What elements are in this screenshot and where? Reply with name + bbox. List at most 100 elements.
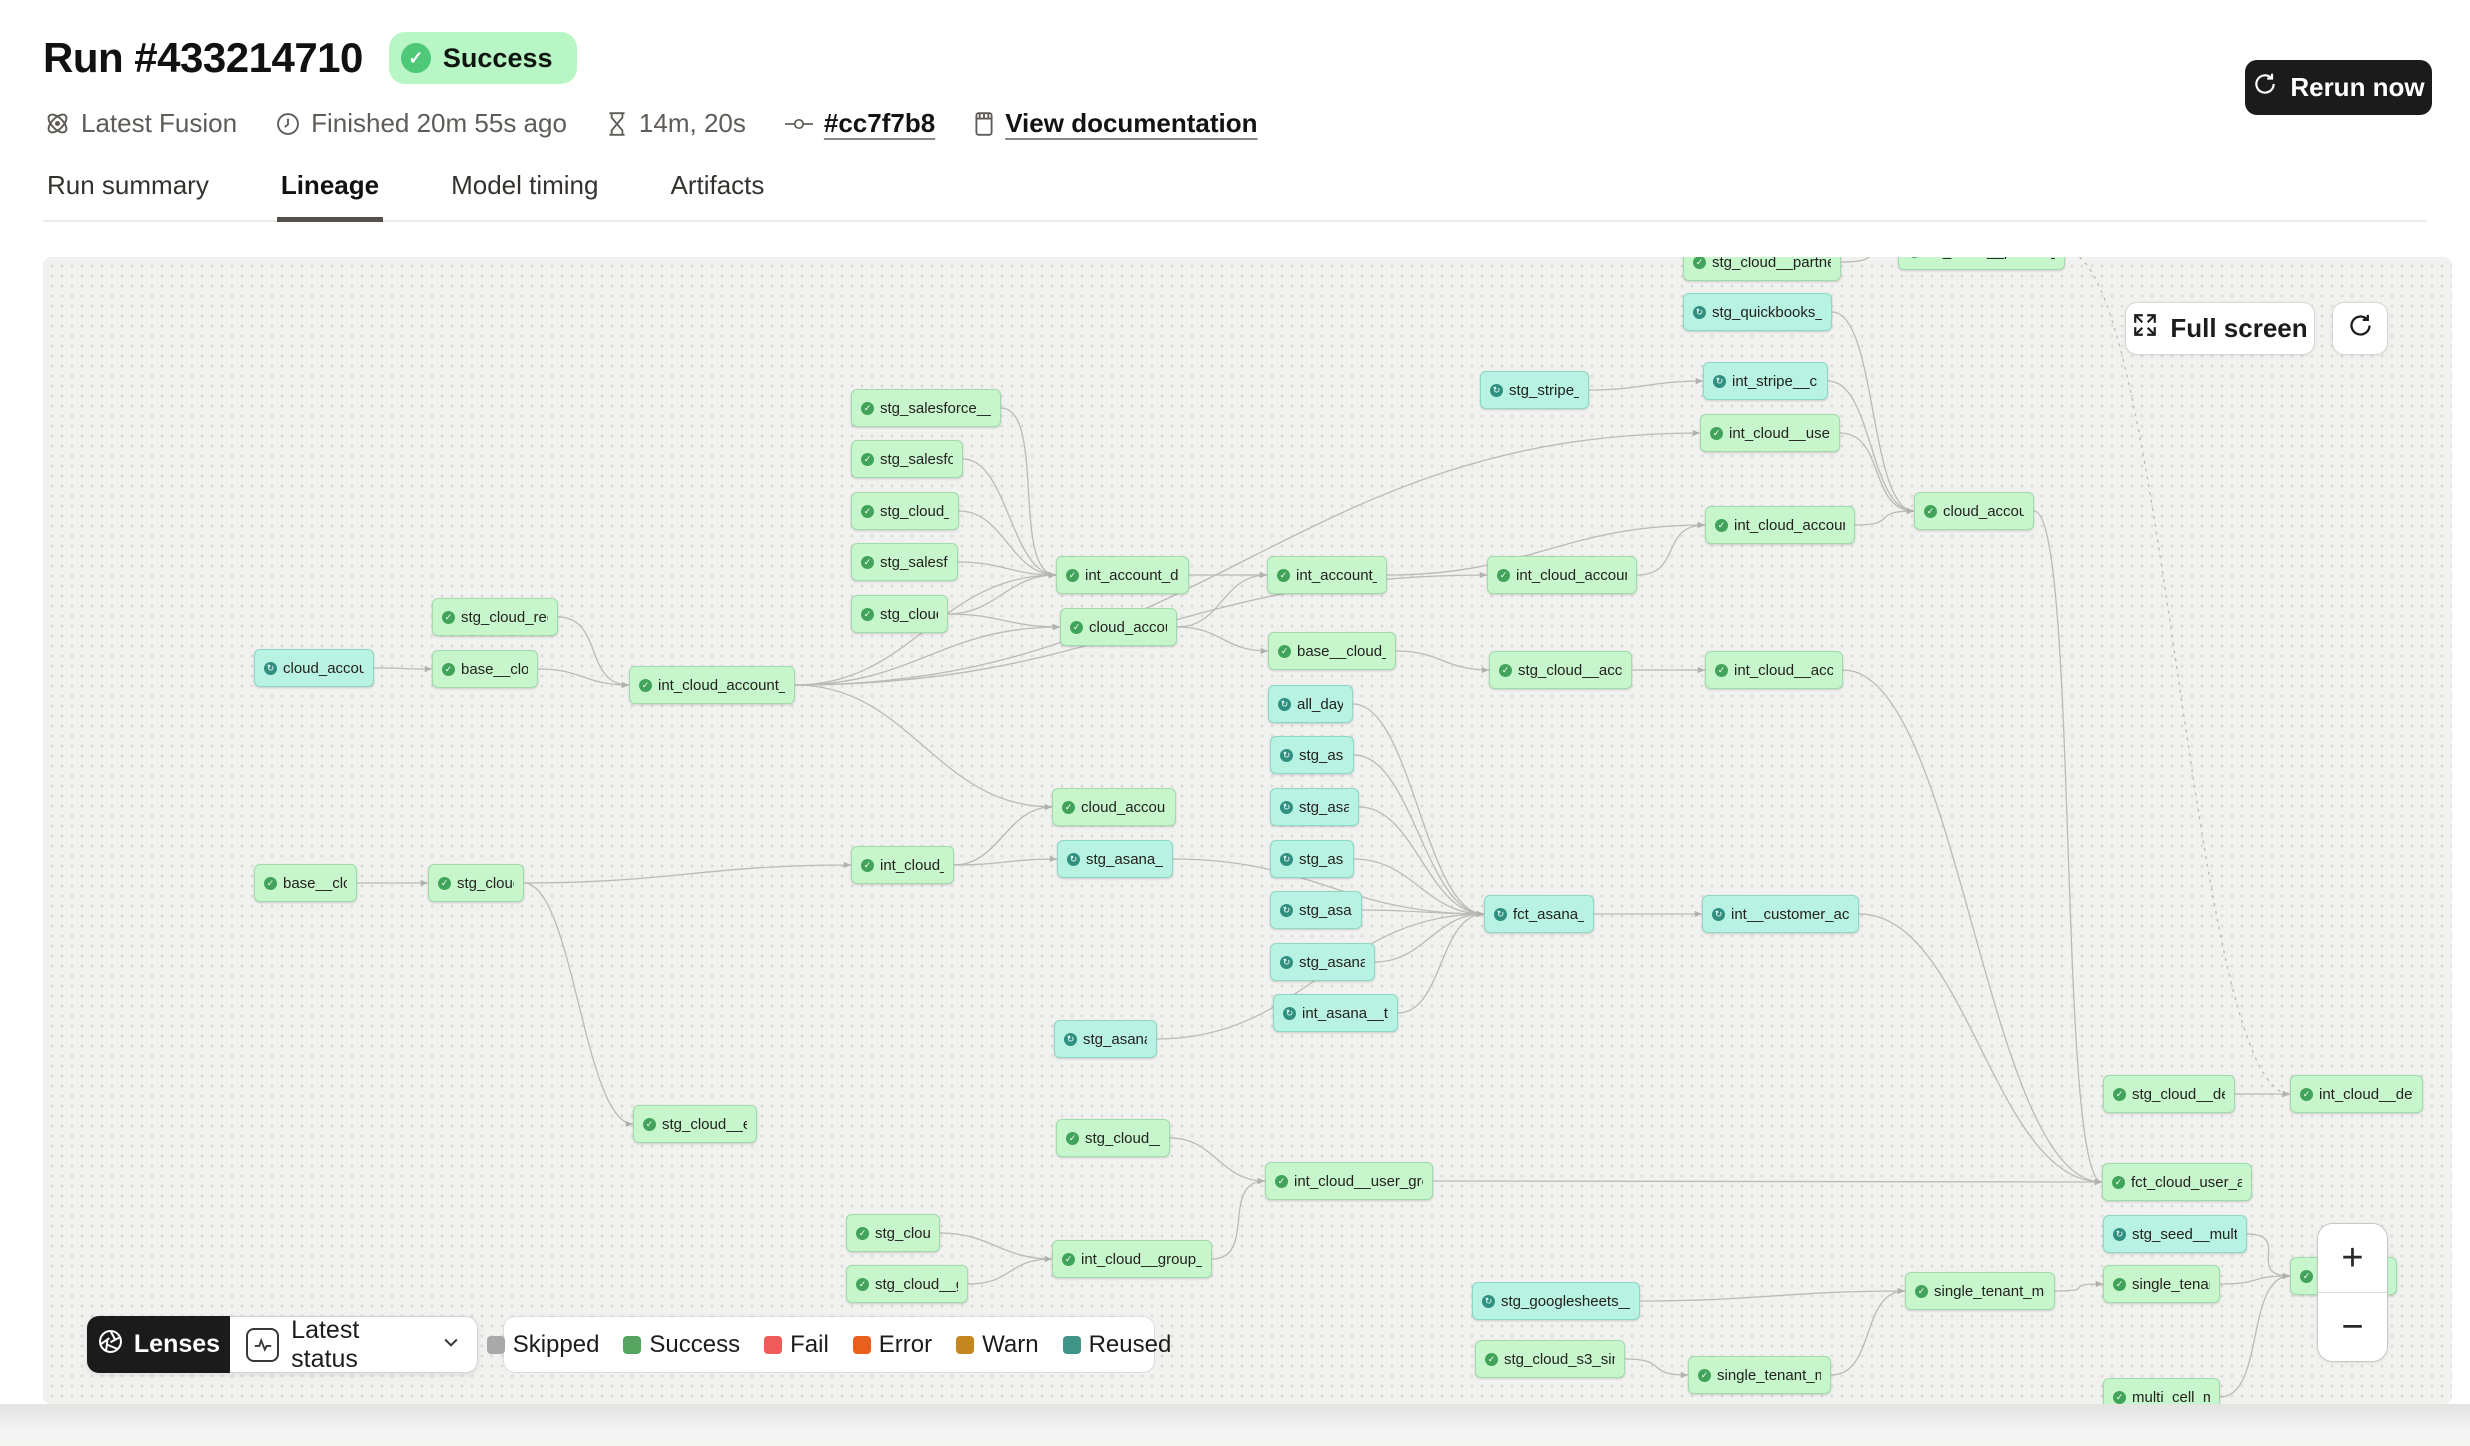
node-base_cloud[interactable]: ✓base__cloud_… xyxy=(432,650,538,688)
node-success-icon: ✓ xyxy=(264,877,277,890)
node-label: stg_googlesheets__sin… xyxy=(1501,1293,1630,1310)
lens-selector[interactable]: Latest status xyxy=(230,1316,478,1373)
node-asana1[interactable]: ↻stg_asana… xyxy=(1270,736,1354,774)
node-reused-icon: ↻ xyxy=(1482,1295,1495,1308)
node-asana3[interactable]: ↻ stg_asana… xyxy=(1270,840,1354,878)
lineage-canvas[interactable]: ↻cloud_account…✓stg_cloud_region…✓base__… xyxy=(43,257,2452,1404)
node-stg_cloud_l[interactable]: ✓stg_cloud__… xyxy=(428,864,524,902)
rerun-refresh-icon xyxy=(2252,71,2278,104)
node-devel_int[interactable]: ✓int_cloud__devel… xyxy=(2290,1075,2423,1113)
node-ca_left[interactable]: ↻cloud_account… xyxy=(254,649,374,687)
node-acct_ma_r[interactable]: ✓int_cloud_account_ma… xyxy=(1705,506,1855,544)
canvas-refresh-button[interactable] xyxy=(2332,302,2388,355)
node-cloud_us1[interactable]: ✓stg_cloud__us… xyxy=(851,492,959,530)
node-label: multi_cell_m… xyxy=(2132,1389,2210,1405)
node-asana_low[interactable]: ↻stg_asana__… xyxy=(1054,1020,1157,1058)
node-cloud_accts[interactable]: ✓cloud_accounts_… xyxy=(1060,608,1177,646)
node-user_group[interactable]: ✓int_cloud__user_group… xyxy=(1265,1162,1433,1200)
node-reused-icon: ↻ xyxy=(1280,904,1293,917)
node-acct_ma_l[interactable]: ✓int_cloud_account_ma… xyxy=(1487,556,1637,594)
node-label: stg_asana__pr… xyxy=(1299,954,1365,971)
legend-swatch xyxy=(623,1336,641,1354)
node-st_map[interactable]: ✓single_tenant_map… xyxy=(1688,1356,1831,1394)
node-cloud_l2[interactable]: ✓stg_cloud__… xyxy=(851,595,948,633)
tab-model-timing[interactable]: Model timing xyxy=(447,160,602,222)
node-asana_tas[interactable]: ↻stg_asana__tas… xyxy=(1057,840,1173,878)
node-success-icon: ✓ xyxy=(1062,1253,1075,1266)
zoom-in-button[interactable]: + xyxy=(2318,1224,2387,1292)
node-success-icon: ✓ xyxy=(1924,505,1937,518)
rerun-now-button[interactable]: Rerun now xyxy=(2245,60,2432,115)
node-label: single_tenant_… xyxy=(2132,1276,2210,1293)
node-base_clou[interactable]: ✓base__clou… xyxy=(254,864,357,902)
node-asana_task[interactable]: ↻int_asana__task_s… xyxy=(1273,994,1398,1032)
node-label: int_cloud_account__m… xyxy=(658,677,785,694)
node-cloud_us_b[interactable]: ✓stg_cloud__us… xyxy=(1056,1119,1170,1157)
node-multi_cell[interactable]: ✓multi_cell_m… xyxy=(2103,1378,2220,1404)
fullscreen-button[interactable]: Full screen xyxy=(2125,302,2315,355)
tab-lineage[interactable]: Lineage xyxy=(277,160,383,222)
view-documentation-link[interactable]: View documentation xyxy=(1005,108,1257,139)
node-acct_domain[interactable]: ✓int_account_domain… xyxy=(1056,556,1189,594)
node-reused-icon: ↻ xyxy=(1280,853,1293,866)
node-fct_asana[interactable]: ↻fct_asana_proj… xyxy=(1484,895,1594,933)
node-sf_2[interactable]: ✓stg_salesforce… xyxy=(851,543,958,581)
node-label: base__cloud_… xyxy=(461,661,528,678)
node-int_customer[interactable]: ↻int__customer_account… xyxy=(1702,895,1859,933)
node-label: int_cloud__group_per… xyxy=(1081,1251,1202,1268)
node-base_cloud_acco[interactable]: ✓base__cloud_acco… xyxy=(1268,632,1396,670)
node-sf_1[interactable]: ✓stg_salesforce_… xyxy=(851,440,963,478)
node-cloud_email[interactable]: ✓stg_cloud__email… xyxy=(633,1105,757,1143)
node-sf_cloud[interactable]: ✓stg_salesforce__cloud_… xyxy=(851,389,1001,427)
zoom-out-button[interactable]: − xyxy=(2318,1293,2387,1361)
node-label: stg_salesforce… xyxy=(880,554,948,571)
legend-item-reused: Reused xyxy=(1063,1331,1172,1359)
node-user_ac[interactable]: ✓int_cloud__user_ac… xyxy=(1700,414,1840,452)
commit-link[interactable]: #cc7f7b8 xyxy=(824,108,935,139)
node-reused-icon: ↻ xyxy=(1278,698,1291,711)
node-success-icon: ✓ xyxy=(2300,1270,2313,1283)
lens-selector-label: Latest status xyxy=(291,1316,429,1374)
node-label: int_account_dom… xyxy=(1296,567,1377,584)
node-partner_stg[interactable]: ✓stg_cloud__partner_c… xyxy=(1683,257,1841,281)
legend-label: Skipped xyxy=(513,1331,600,1359)
lenses-button[interactable]: Lenses xyxy=(87,1316,230,1373)
node-label: int_cloud__us… xyxy=(880,857,944,874)
node-int_cloud_us[interactable]: ✓int_cloud__us… xyxy=(851,846,954,884)
tab-run-summary[interactable]: Run summary xyxy=(43,160,213,222)
node-success-icon: ✓ xyxy=(1066,569,1079,582)
node-cloud_accounts_r[interactable]: ✓stg_cloud__accounts… xyxy=(1489,651,1632,689)
node-stripe_stg[interactable]: ↻stg_stripe__c… xyxy=(1480,371,1589,409)
node-icam[interactable]: ✓int_cloud_account__m… xyxy=(629,666,795,704)
node-label: stg_asana… xyxy=(1299,851,1344,868)
node-asana4[interactable]: ↻stg_asana__… xyxy=(1270,891,1362,929)
node-group_per[interactable]: ✓ int_cloud__group_per… xyxy=(1052,1240,1212,1278)
node-s3_singl[interactable]: ✓stg_cloud_s3_singl… xyxy=(1475,1340,1625,1378)
node-cloud_acct_mid[interactable]: ✓cloud_account… xyxy=(1052,788,1176,826)
node-cloud_acct_r[interactable]: ✓cloud_account… xyxy=(1914,492,2034,530)
node-stripe_int[interactable]: ↻int_stripe__custo… xyxy=(1703,362,1828,400)
node-fct_user[interactable]: ✓fct_cloud_user_acc… xyxy=(2102,1163,2252,1201)
node-asana5[interactable]: ↻stg_asana__pr… xyxy=(1270,943,1375,981)
node-all_days[interactable]: ↻all_days xyxy=(1268,685,1353,723)
node-asana2[interactable]: ↻stg_asana_… xyxy=(1270,788,1359,826)
tab-artifacts[interactable]: Artifacts xyxy=(666,160,768,222)
node-seed_multi[interactable]: ↻stg_seed__multireg… xyxy=(2103,1215,2247,1253)
node-partner_int[interactable]: ✓int_cloud__partner_con… xyxy=(1898,257,2065,270)
node-gsheets[interactable]: ↻ stg_googlesheets__sin… xyxy=(1472,1282,1640,1320)
node-st_single[interactable]: ✓single_tenant_… xyxy=(2103,1265,2220,1303)
node-reused-icon: ↻ xyxy=(1280,749,1293,762)
node-label: stg_cloud__devel… xyxy=(2132,1086,2225,1103)
node-devel_stg[interactable]: ✓stg_cloud__devel… xyxy=(2103,1075,2235,1113)
node-region[interactable]: ✓stg_cloud_region… xyxy=(432,598,558,636)
node-cloud_b[interactable]: ✓stg_cloud_… xyxy=(846,1214,940,1252)
node-cloud_group[interactable]: ✓stg_cloud__group… xyxy=(846,1265,968,1303)
node-success-icon: ✓ xyxy=(2300,1088,2313,1101)
node-label: int_cloud__user_ac… xyxy=(1729,425,1830,442)
node-acct_dom[interactable]: ✓int_account_dom… xyxy=(1267,556,1387,594)
lenses-bar: Lenses Latest status xyxy=(87,1316,478,1373)
node-st_mapp[interactable]: ✓single_tenant_mapp… xyxy=(1905,1272,2055,1310)
node-quickbooks[interactable]: ↻stg_quickbooks__a… xyxy=(1683,293,1832,331)
node-success-icon: ✓ xyxy=(1715,519,1728,532)
node-cloud_accoun_r[interactable]: ✓int_cloud__accoun… xyxy=(1705,651,1843,689)
